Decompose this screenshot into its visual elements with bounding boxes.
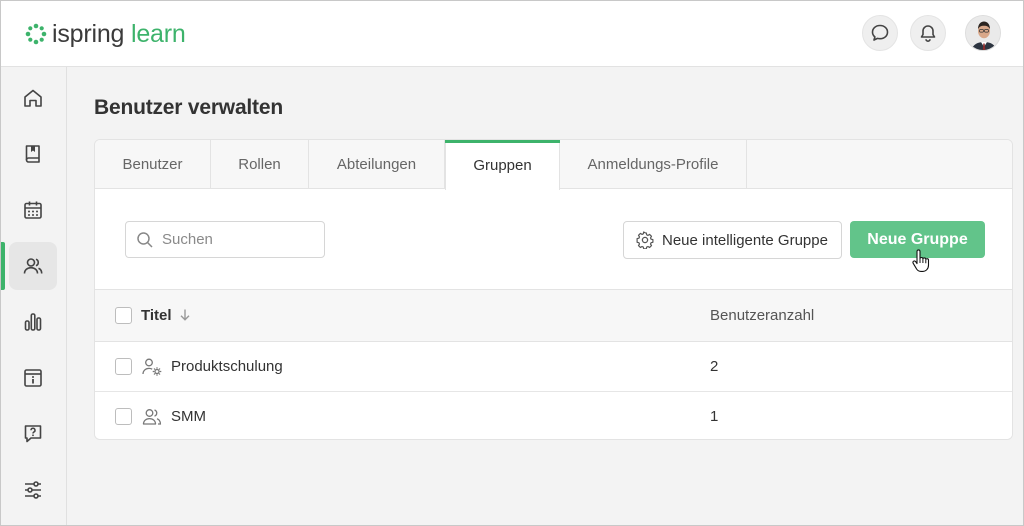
bell-icon — [920, 25, 936, 42]
question-chat-icon — [24, 425, 42, 443]
sidebar-item-settings[interactable] — [9, 466, 57, 514]
search-icon — [137, 231, 153, 248]
user-avatar[interactable] — [965, 15, 1001, 51]
row-user-count: 1 — [710, 408, 719, 425]
group-icon — [142, 409, 162, 425]
book-icon — [25, 145, 40, 163]
sidebar-item-help[interactable] — [9, 410, 57, 458]
logo-word-learn: learn — [131, 20, 186, 48]
sidebar-item-users[interactable] — [9, 242, 57, 290]
notifications-button[interactable] — [910, 15, 946, 51]
tab-benutzer[interactable]: Benutzer — [95, 140, 211, 189]
ispring-flower-icon — [25, 23, 47, 45]
table-header: Titel Benutzeranzahl — [95, 289, 1012, 342]
calendar-icon — [24, 201, 42, 219]
sidebar-item-home[interactable] — [9, 74, 57, 122]
sort-down-arrow-icon[interactable] — [179, 308, 191, 322]
users-icon — [23, 258, 43, 274]
bar-chart-icon — [24, 313, 42, 331]
row-title[interactable]: SMM — [171, 408, 206, 425]
top-bar: ispring learn — [1, 1, 1023, 67]
info-calendar-icon — [24, 369, 42, 387]
tab-gruppen[interactable]: Gruppen — [445, 140, 560, 190]
sidebar-item-info[interactable] — [9, 354, 57, 402]
search-input[interactable] — [162, 231, 312, 248]
sidebar-item-courses[interactable] — [9, 130, 57, 178]
user-photo — [966, 16, 1000, 50]
smart-group-icon — [142, 358, 162, 376]
column-header-benutzeranzahl[interactable]: Benutzeranzahl — [710, 307, 814, 324]
tab-abteilungen[interactable]: Abteilungen — [309, 140, 445, 189]
sidebar — [1, 67, 67, 525]
new-smart-group-button[interactable]: Neue intelligente Gruppe — [623, 221, 842, 259]
chat-bubble-icon — [871, 24, 889, 41]
sidebar-active-indicator — [1, 242, 5, 290]
row-user-count: 2 — [710, 358, 719, 375]
page-title: Benutzer verwalten — [94, 96, 283, 119]
tab-bar: Benutzer Rollen Abteilungen Gruppen Anme… — [95, 140, 1012, 190]
tab-rollen[interactable]: Rollen — [211, 140, 309, 189]
column-header-titel[interactable]: Titel — [141, 307, 172, 324]
search-field[interactable] — [125, 221, 325, 258]
home-icon — [24, 89, 42, 107]
row-checkbox[interactable] — [115, 358, 132, 375]
row-title[interactable]: Produktschulung — [171, 358, 283, 375]
groups-card: Benutzer Rollen Abteilungen Gruppen Anme… — [94, 139, 1013, 440]
select-all-checkbox[interactable] — [115, 307, 132, 324]
table-row[interactable]: SMM 1 — [95, 392, 1012, 439]
table-row[interactable]: Produktschulung 2 — [95, 342, 1012, 392]
sliders-icon — [25, 481, 41, 499]
logo-text: ispring learn — [52, 20, 186, 48]
sidebar-item-calendar[interactable] — [9, 186, 57, 234]
tab-anmeldungs-profile[interactable]: Anmeldungs-Profile — [560, 140, 747, 189]
ispring-logo[interactable]: ispring learn — [25, 20, 186, 48]
hand-cursor-icon — [912, 249, 930, 272]
logo-word-ispring: ispring — [52, 20, 125, 48]
chat-button[interactable] — [862, 15, 898, 51]
new-smart-group-label: Neue intelligente Gruppe — [662, 231, 828, 249]
gear-icon — [636, 231, 654, 249]
sidebar-item-reports[interactable] — [9, 298, 57, 346]
row-checkbox[interactable] — [115, 408, 132, 425]
